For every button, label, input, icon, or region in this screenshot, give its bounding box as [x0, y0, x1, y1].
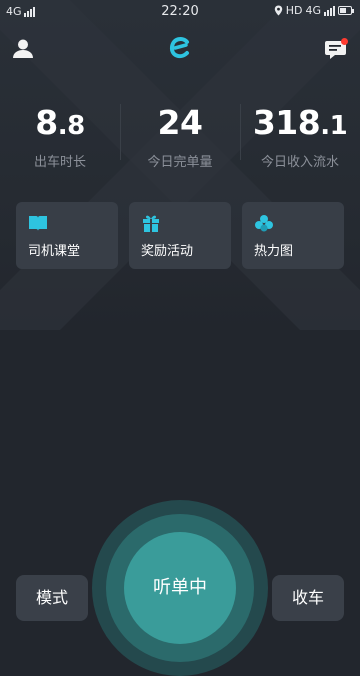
stat-online-hours: 8.8 出车时长: [0, 100, 120, 180]
card-label: 奖励活动: [141, 244, 194, 259]
feature-cards: 司机课堂 奖励活动 热力图: [16, 202, 344, 269]
book-icon: [29, 216, 47, 231]
card-driver-class[interactable]: 司机课堂: [16, 202, 118, 269]
signal-icon-right: [324, 5, 335, 16]
card-label: 热力图: [254, 244, 294, 259]
card-heatmap[interactable]: 热力图: [242, 202, 344, 269]
listen-orders-button[interactable]: 听单中: [124, 532, 236, 644]
stat-label: 今日收入流水: [260, 155, 339, 170]
stop-driving-button[interactable]: 收车: [272, 575, 344, 621]
stat-value: 24: [157, 103, 203, 142]
user-icon: [13, 39, 33, 58]
stat-value: 318: [252, 103, 321, 142]
user-profile-button[interactable]: [10, 36, 36, 62]
stat-value-decimal: .8: [57, 111, 85, 141]
app-logo: [166, 34, 194, 62]
gift-icon: [143, 215, 159, 232]
hd-indicator: HD: [285, 4, 303, 17]
unread-badge: [341, 38, 348, 45]
mode-button[interactable]: 模式: [16, 575, 88, 621]
card-rewards[interactable]: 奖励活动: [129, 202, 231, 269]
location-icon: [274, 5, 282, 16]
stat-orders-today: 24 今日完单量: [120, 100, 240, 180]
card-label: 司机课堂: [28, 244, 81, 259]
stat-value-decimal: .1: [320, 111, 348, 141]
status-bar: 4G 22:20 HD 4G: [0, 0, 360, 24]
messages-button[interactable]: [324, 36, 350, 62]
stat-value: 8: [35, 103, 58, 142]
network-type-right: 4G: [305, 4, 321, 17]
battery-icon: [338, 6, 354, 15]
stat-label: 今日完单量: [147, 155, 213, 170]
logo-icon: [169, 37, 189, 59]
stat-income-today: 318.1 今日收入流水: [240, 100, 360, 180]
heatmap-icon: [255, 215, 273, 232]
stat-label: 出车时长: [33, 155, 86, 170]
stats-panel: 8.8 出车时长 24 今日完单量 318.1 今日收入流水: [0, 100, 360, 180]
